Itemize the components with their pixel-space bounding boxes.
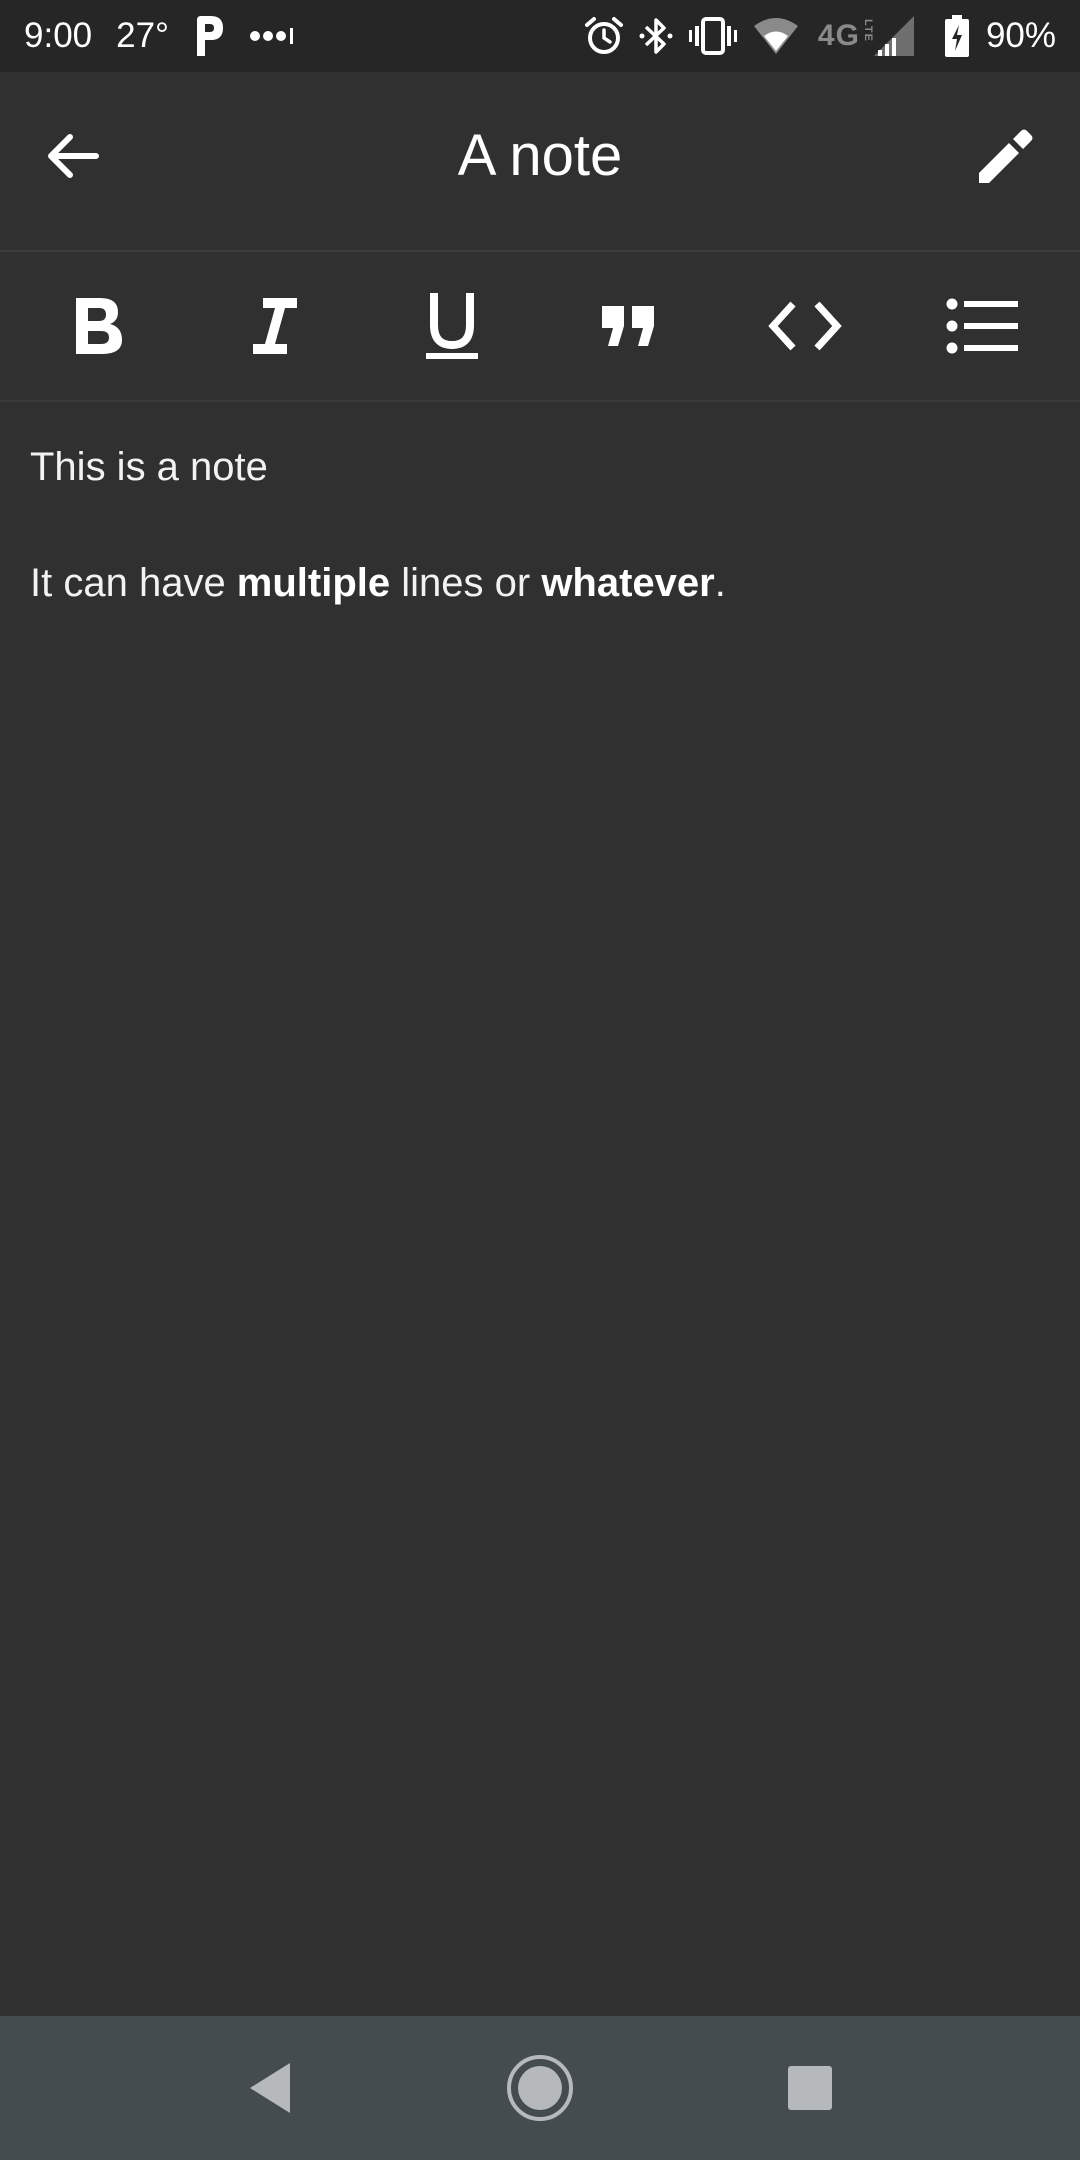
code-button[interactable] bbox=[750, 271, 860, 381]
status-bar-right: 4G LTE 90% bbox=[570, 15, 1056, 57]
pencil-icon bbox=[979, 129, 1033, 183]
bluetooth-icon bbox=[638, 16, 674, 56]
parking-app-icon bbox=[193, 16, 225, 56]
vibrate-icon bbox=[688, 16, 738, 56]
note-bold-text: multiple bbox=[236, 561, 391, 605]
underline-button[interactable] bbox=[397, 271, 507, 381]
network-type-indicator: 4G LTE bbox=[818, 19, 874, 53]
network-sub-label: LTE bbox=[861, 19, 874, 42]
more-dots-icon bbox=[249, 26, 295, 46]
quote-button[interactable] bbox=[573, 271, 683, 381]
nav-recents-button[interactable] bbox=[750, 2028, 870, 2148]
network-label: 4G bbox=[817, 19, 860, 52]
status-temperature: 27° bbox=[116, 16, 170, 55]
formatting-toolbar bbox=[0, 252, 1080, 402]
underline-icon bbox=[425, 293, 478, 359]
status-time: 9:00 bbox=[24, 16, 93, 55]
note-text: It can have bbox=[30, 561, 237, 605]
note-bold-text: whatever bbox=[541, 561, 715, 605]
nav-back-button[interactable] bbox=[210, 2028, 330, 2148]
wifi-icon bbox=[752, 16, 800, 56]
system-nav-bar bbox=[0, 2016, 1080, 2160]
square-recents-icon bbox=[788, 2066, 832, 2110]
note-text: . bbox=[714, 561, 726, 605]
battery-charging-icon bbox=[944, 15, 970, 57]
arrow-back-icon bbox=[48, 134, 99, 178]
note-content[interactable]: This is a note It can have multiple line… bbox=[30, 440, 1050, 672]
edit-button[interactable] bbox=[970, 120, 1042, 192]
bold-icon bbox=[76, 298, 123, 354]
note-line-2: It can have multiple lines or whatever. bbox=[30, 556, 1050, 610]
bold-button[interactable] bbox=[43, 271, 153, 381]
italic-icon bbox=[252, 298, 297, 354]
battery-percent: 90% bbox=[985, 16, 1056, 55]
note-text: lines or bbox=[390, 561, 542, 605]
bulleted-list-icon bbox=[946, 298, 1018, 354]
status-bar-left: 9:00 27° bbox=[24, 16, 295, 56]
signal-icon bbox=[873, 16, 914, 56]
nav-home-button[interactable] bbox=[480, 2028, 600, 2148]
back-button[interactable] bbox=[36, 120, 108, 192]
quote-icon bbox=[602, 306, 655, 346]
alarm-icon bbox=[584, 16, 624, 56]
home-circle-icon bbox=[507, 2055, 573, 2121]
code-icon bbox=[768, 301, 842, 351]
triangle-back-icon bbox=[250, 2063, 290, 2113]
bulleted-list-button[interactable] bbox=[927, 271, 1037, 381]
note-line-1: This is a note bbox=[30, 445, 268, 489]
status-bar: 9:00 27° 4G LTE 90% bbox=[0, 0, 1080, 72]
italic-button[interactable] bbox=[220, 271, 330, 381]
app-bar: A note bbox=[0, 72, 1080, 252]
page-title: A note bbox=[457, 123, 623, 188]
